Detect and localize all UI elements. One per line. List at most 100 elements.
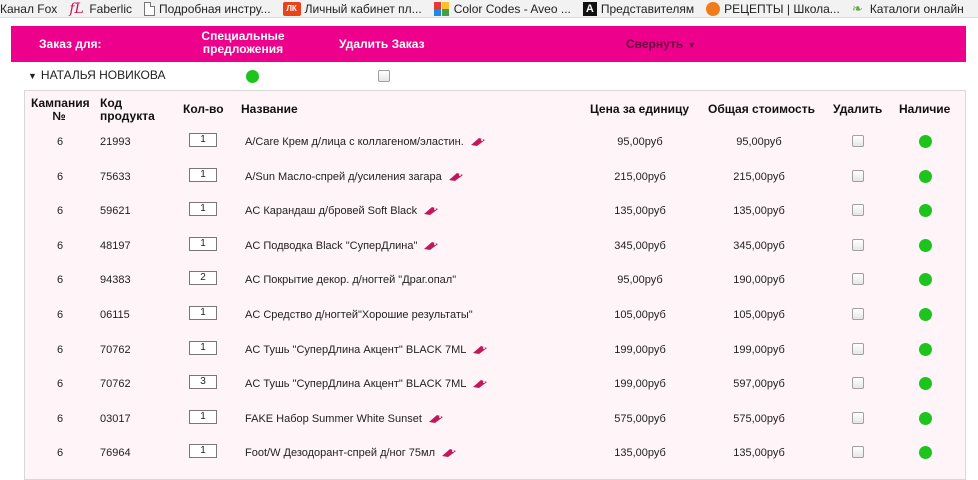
delete-row-checkbox[interactable]	[852, 411, 864, 424]
delete-row-checkbox[interactable]	[852, 273, 864, 286]
bookmark-kanal-fox[interactable]: Канал Fox	[0, 0, 57, 17]
quantity-input[interactable]: 3	[189, 375, 217, 390]
cell-campaign: 6	[56, 447, 64, 460]
table-row: 6 06115 1 AC Средство д/ногтей"Хорошие резу…	[25, 305, 965, 325]
quantity-input[interactable]: 1	[189, 167, 217, 182]
quantity-input[interactable]: 1	[189, 133, 217, 147]
cell-total: 345,00руб	[733, 239, 785, 252]
quantity-input[interactable]: 2	[189, 271, 217, 286]
delete-row-checkbox[interactable]	[852, 169, 864, 182]
bookmark-representatives[interactable]: A Представителям	[582, 0, 694, 17]
cell-total: 95,00руб	[736, 136, 782, 148]
cell-product-name: AC Тушь "СуперДлина Акцент" BLACK 7ML	[245, 378, 488, 390]
delete-row-checkbox[interactable]	[852, 342, 864, 355]
order-for-label: Заказ для:	[39, 37, 102, 51]
product-name-text: AC Подводка Black "СуперДлина"	[245, 239, 418, 252]
cell-product-name: AC Покрытие декор. д/ногтей "Драг.опал"	[245, 274, 456, 286]
col-total: Общая стоимость	[708, 102, 815, 116]
availability-dot	[919, 135, 932, 148]
table-row: 6 21993 1 A/Care Крем д/лица с коллагеном/э…	[25, 132, 965, 152]
table-row: 6 76964 1 Foot/W Дезодорант-спрей д/ног 75м…	[25, 443, 965, 463]
col-availability: Наличие	[899, 102, 951, 116]
cell-product-name: AC Тушь "СуперДлина Акцент" BLACK 7ML	[245, 344, 488, 356]
quantity-input[interactable]: 1	[189, 202, 217, 217]
table-row: 6 59621 1 AC Карандаш д/бровей Soft Black 13…	[25, 201, 965, 221]
lk-logo-icon: ЛК	[282, 1, 301, 16]
col-unit-price: Цена за единицу	[590, 102, 689, 116]
product-name-text: AC Средство д/ногтей"Хорошие результаты"	[245, 309, 473, 321]
cell-unit-price: 135,00руб	[614, 205, 666, 218]
cell-total: 135,00руб	[733, 447, 785, 460]
col-code: Код продукта	[100, 96, 155, 123]
delete-row-checkbox[interactable]	[852, 377, 864, 390]
table-row: 6 94383 2 AC Покрытие декор. д/ногтей "Драг…	[25, 270, 965, 290]
color-grid-icon	[433, 1, 450, 16]
lipstick-tag-icon	[423, 241, 439, 251]
availability-dot	[919, 377, 932, 391]
special-offers-header: Специальные предложения	[201, 29, 285, 56]
delete-row-checkbox[interactable]	[852, 204, 864, 217]
product-name-text: FAKE Набор Summer White Sunset	[245, 412, 422, 425]
bookmark-color-codes[interactable]: Color Codes - Aveo ...	[433, 0, 571, 17]
delete-row-checkbox[interactable]	[852, 238, 864, 251]
cell-product-name: A/Sun Масло-спрей д/усиления загара	[245, 171, 464, 183]
caret-down-icon: ▼	[687, 40, 697, 50]
col-delete: Удалить	[833, 102, 883, 116]
delete-row-checkbox[interactable]	[852, 446, 864, 459]
cell-campaign: 6	[56, 343, 64, 356]
lipstick-tag-icon	[472, 379, 488, 389]
availability-dot	[919, 308, 932, 321]
quantity-input[interactable]: 1	[189, 340, 217, 355]
bookmark-faberlic[interactable]: fL Faberlic	[69, 0, 132, 17]
availability-dot	[919, 411, 932, 425]
cell-code: 06115	[100, 309, 130, 321]
product-name-text: AC Тушь "СуперДлина Акцент" BLACK 7ML	[245, 378, 467, 391]
cell-code: 75633	[100, 170, 131, 183]
bookmark-recipes[interactable]: РЕЦЕПТЫ | Школа...	[706, 0, 840, 17]
cell-product-name: AC Карандаш д/бровей Soft Black	[245, 205, 439, 217]
bookmark-catalogs[interactable]: ❧ Каталоги онлайн	[852, 0, 964, 17]
lipstick-tag-icon	[441, 448, 457, 458]
cell-product-name: A/Care Крем д/лица с коллагеном/эластин.	[245, 136, 486, 148]
product-name-text: AC Покрытие декор. д/ногтей "Драг.опал"	[245, 274, 457, 287]
bookmark-instructions[interactable]: Подробная инстру...	[144, 0, 271, 17]
cell-product-name: AC Подводка Black "СуперДлина"	[245, 240, 439, 252]
collapse-button[interactable]: Свернуть ▼	[626, 37, 696, 51]
bookmarks-bar: Канал Fox fL Faberlic Подробная инстру..…	[0, 0, 978, 18]
cell-code: 59621	[100, 205, 131, 218]
cell-total: 135,00руб	[733, 205, 785, 218]
table-row: 6 48197 1 AC Подводка Black "СуперДлина" 345…	[25, 236, 965, 256]
delete-row-checkbox[interactable]	[852, 135, 864, 147]
col-qty: Кол-во	[183, 102, 224, 116]
cell-unit-price: 105,00руб	[614, 309, 666, 321]
cell-campaign: 6	[56, 136, 64, 148]
cell-campaign: 6	[56, 205, 64, 218]
quantity-input[interactable]: 1	[189, 409, 217, 424]
cell-unit-price: 199,00руб	[614, 378, 666, 391]
quantity-input[interactable]: 1	[189, 236, 217, 251]
cell-code: 21993	[100, 136, 131, 148]
product-name-text: A/Sun Масло-спрей д/усиления загара	[245, 170, 442, 183]
cell-code: 70762	[100, 378, 131, 391]
cell-product-name: FAKE Набор Summer White Sunset	[245, 413, 444, 425]
availability-dot	[919, 204, 932, 218]
cell-campaign: 6	[56, 239, 64, 252]
cell-unit-price: 95,00руб	[617, 274, 663, 287]
cell-unit-price: 345,00руб	[614, 239, 666, 252]
quantity-input[interactable]: 1	[189, 444, 217, 459]
cell-unit-price: 135,00руб	[614, 447, 666, 460]
delete-row-checkbox[interactable]	[852, 308, 864, 320]
quantity-input[interactable]: 1	[189, 306, 217, 320]
cell-unit-price: 199,00руб	[614, 343, 666, 356]
bookmark-label: Каталоги онлайн	[869, 1, 964, 16]
cell-product-name: Foot/W Дезодорант-спрей д/ног 75мл	[245, 447, 457, 459]
cell-code: 03017	[100, 412, 131, 425]
bookmark-personal-cabinet[interactable]: ЛК Личный кабинет пл...	[282, 0, 422, 17]
cell-total: 190,00руб	[733, 274, 785, 287]
bookmark-label: Личный кабинет пл...	[304, 1, 422, 16]
customer-toggle[interactable]: ▼ НАТАЛЬЯ НОВИКОВА	[28, 68, 166, 82]
availability-dot	[919, 446, 932, 460]
cell-code: 76964	[100, 447, 131, 460]
delete-order-checkbox[interactable]	[378, 70, 390, 82]
bookmark-label: РЕЦЕПТЫ | Школа...	[724, 1, 840, 16]
